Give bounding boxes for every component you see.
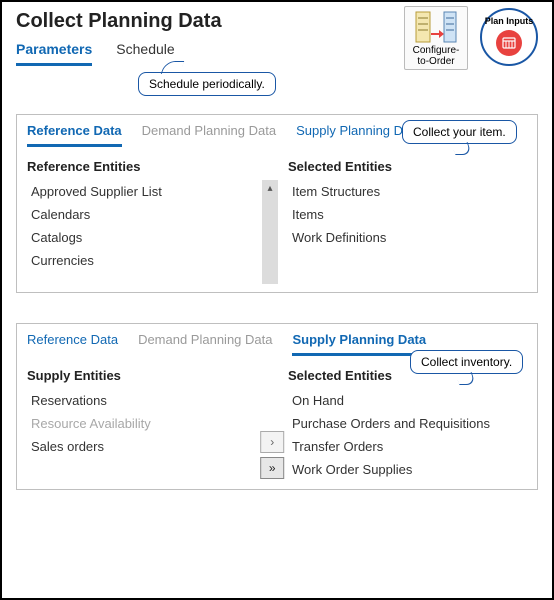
list-item[interactable]: Catalogs [27,226,278,249]
list-item[interactable]: Resource Availability [27,412,278,435]
list-item[interactable]: Transfer Orders [288,435,527,458]
configure-to-order-icon [407,9,465,45]
list-item[interactable]: Calendars [27,203,278,226]
plan-inputs-button[interactable]: Plan Inputs [480,8,538,66]
move-all-right-button[interactable]: » [260,457,284,479]
list-item[interactable]: Approved Supplier List [27,180,278,203]
move-right-button[interactable]: › [260,431,284,453]
list-item[interactable]: Work Definitions [288,226,527,249]
panel1-tab-reference-data[interactable]: Reference Data [27,123,122,147]
list-item[interactable]: On Hand [288,389,527,412]
selected-entities-list[interactable]: On Hand Purchase Orders and Requisitions… [288,389,527,481]
list-item[interactable]: Purchase Orders and Requisitions [288,412,527,435]
panel1-tab-demand-planning-data[interactable]: Demand Planning Data [142,123,276,147]
plan-inputs-label: Plan Inputs [485,16,534,26]
callout-collect-item: Collect your item. [402,120,517,144]
supply-planning-data-panel: Reference Data Demand Planning Data Supp… [16,323,538,490]
list-item[interactable]: Reservations [27,389,278,412]
mover-buttons: › » [260,431,284,479]
reference-entities-heading: Reference Entities [27,159,278,174]
scroll-up-icon[interactable]: ▴ [264,182,276,194]
configure-to-order-label: Configure-to-Order [407,45,465,69]
supply-entities-heading: Supply Entities [27,368,278,383]
callout-schedule: Schedule periodically. [138,72,276,96]
selected-entities-list[interactable]: Item Structures Items Work Definitions [288,180,527,249]
panel2-tab-demand-planning-data[interactable]: Demand Planning Data [138,332,272,356]
list-item[interactable]: Currencies [27,249,278,272]
list-item[interactable]: Items [288,203,527,226]
tab-schedule[interactable]: Schedule [116,39,174,66]
panel2-tab-reference-data[interactable]: Reference Data [27,332,118,356]
supply-entities-list[interactable]: Reservations Resource Availability Sales… [27,389,278,458]
reference-entities-list[interactable]: Approved Supplier List Calendars Catalog… [27,180,278,272]
list-item[interactable]: Work Order Supplies [288,458,527,481]
tab-parameters[interactable]: Parameters [16,39,92,66]
selected-entities-heading: Selected Entities [288,368,527,383]
selected-entities-heading: Selected Entities [288,159,527,174]
panel2-tab-supply-planning-data[interactable]: Supply Planning Data [292,332,426,356]
plan-inputs-icon [496,30,522,56]
scrollbar[interactable]: ▴ [262,180,278,284]
configure-to-order-button[interactable]: Configure-to-Order [404,6,468,70]
list-item[interactable]: Item Structures [288,180,527,203]
list-item[interactable]: Sales orders [27,435,278,458]
